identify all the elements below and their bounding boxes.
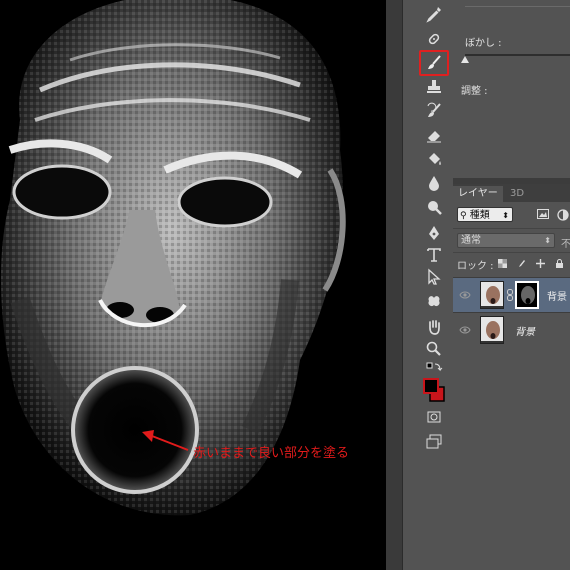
eraser-icon[interactable] xyxy=(421,124,447,146)
clone-stamp-icon[interactable] xyxy=(421,76,447,98)
visibility-eye-icon[interactable] xyxy=(459,290,471,300)
opacity-label-cut: 不 xyxy=(561,239,570,250)
kind-filter-label: 種類 xyxy=(469,210,490,221)
link-icon[interactable] xyxy=(507,289,513,301)
layer-name[interactable]: 背景 xyxy=(515,323,535,338)
layer-row-selected[interactable]: 背景 xyxy=(453,277,570,312)
hand-icon[interactable] xyxy=(421,316,447,338)
kind-filter-select[interactable]: ⚲ 種類 ⬍ xyxy=(457,207,513,222)
foreground-color-swatch[interactable] xyxy=(423,378,439,394)
type-icon[interactable] xyxy=(421,244,447,266)
layer-thumbnail xyxy=(480,281,504,309)
search-icon: ⚲ xyxy=(460,211,467,221)
path-selection-icon[interactable] xyxy=(421,266,447,288)
layer-filter-row: ⚲ 種類 ⬍ xyxy=(453,204,570,226)
zoom-icon[interactable] xyxy=(421,338,447,360)
adjustment-filter-icon[interactable] xyxy=(557,209,569,221)
layers-panel: レイヤー 3D ⚲ 種類 ⬍ 通常 ⬍ 不 ロック : 背景 背景 xyxy=(453,184,570,570)
canvas-gutter xyxy=(386,0,403,570)
blend-mode-select[interactable]: 通常 ⬍ xyxy=(457,233,555,248)
eyedropper-icon[interactable] xyxy=(421,3,447,25)
tools-panel xyxy=(402,0,454,570)
quick-mask-icon[interactable] xyxy=(421,406,447,428)
pen-icon[interactable] xyxy=(421,222,447,244)
document-canvas[interactable]: 赤いままで良い部分を塗る xyxy=(0,0,386,570)
layer-row[interactable]: 背景 xyxy=(453,312,570,347)
visibility-eye-icon[interactable] xyxy=(459,325,471,335)
layer-thumbnail xyxy=(480,316,504,344)
dodge-icon[interactable] xyxy=(421,196,447,218)
lock-transparent-icon[interactable] xyxy=(498,259,507,268)
blur-drop-icon[interactable] xyxy=(421,172,447,194)
color-swatches-icon[interactable] xyxy=(421,376,447,406)
lock-row: ロック : xyxy=(453,252,570,275)
chevron-updown-icon: ⬍ xyxy=(502,211,509,220)
lock-position-icon[interactable] xyxy=(536,259,545,268)
tab-3d[interactable]: 3D xyxy=(505,186,529,202)
properties-top-divider xyxy=(465,6,570,7)
chevron-updown-icon: ⬍ xyxy=(544,236,551,245)
right-panels: ぼかし : 調整 : レイヤー 3D ⚲ 種類 ⬍ 通常 ⬍ 不 ロック: 背… xyxy=(453,0,570,570)
adjust-label: 調整 : xyxy=(461,86,488,97)
annotation-text: 赤いままで良い部分を塗る xyxy=(193,446,350,461)
tab-layers[interactable]: レイヤー xyxy=(453,186,503,202)
screen-mode-icon[interactable] xyxy=(421,430,447,452)
blend-mode-value: 通常 xyxy=(461,235,481,246)
lock-label: ロック : xyxy=(457,261,494,272)
pixel-filter-icon[interactable] xyxy=(537,209,549,219)
inverted-face-image xyxy=(0,0,386,570)
healing-brush-icon[interactable] xyxy=(421,28,447,50)
layer-mask-thumbnail[interactable] xyxy=(515,281,539,309)
brush-icon[interactable] xyxy=(419,50,449,76)
properties-panel: ぼかし : 調整 : xyxy=(453,0,570,178)
lock-all-icon[interactable] xyxy=(555,259,564,268)
blur-slider-track[interactable] xyxy=(465,54,570,56)
blur-slider-thumb[interactable] xyxy=(461,56,469,63)
paint-bucket-icon[interactable] xyxy=(421,148,447,170)
history-brush-icon[interactable] xyxy=(421,100,447,122)
layer-panel-tabs: レイヤー 3D xyxy=(453,184,570,202)
layer-name[interactable]: 背景 xyxy=(547,288,567,303)
blur-label: ぼかし : xyxy=(465,38,502,49)
lock-image-icon[interactable] xyxy=(517,259,526,268)
custom-shape-icon[interactable] xyxy=(421,290,447,312)
blend-mode-row: 通常 ⬍ 不 xyxy=(453,228,570,251)
